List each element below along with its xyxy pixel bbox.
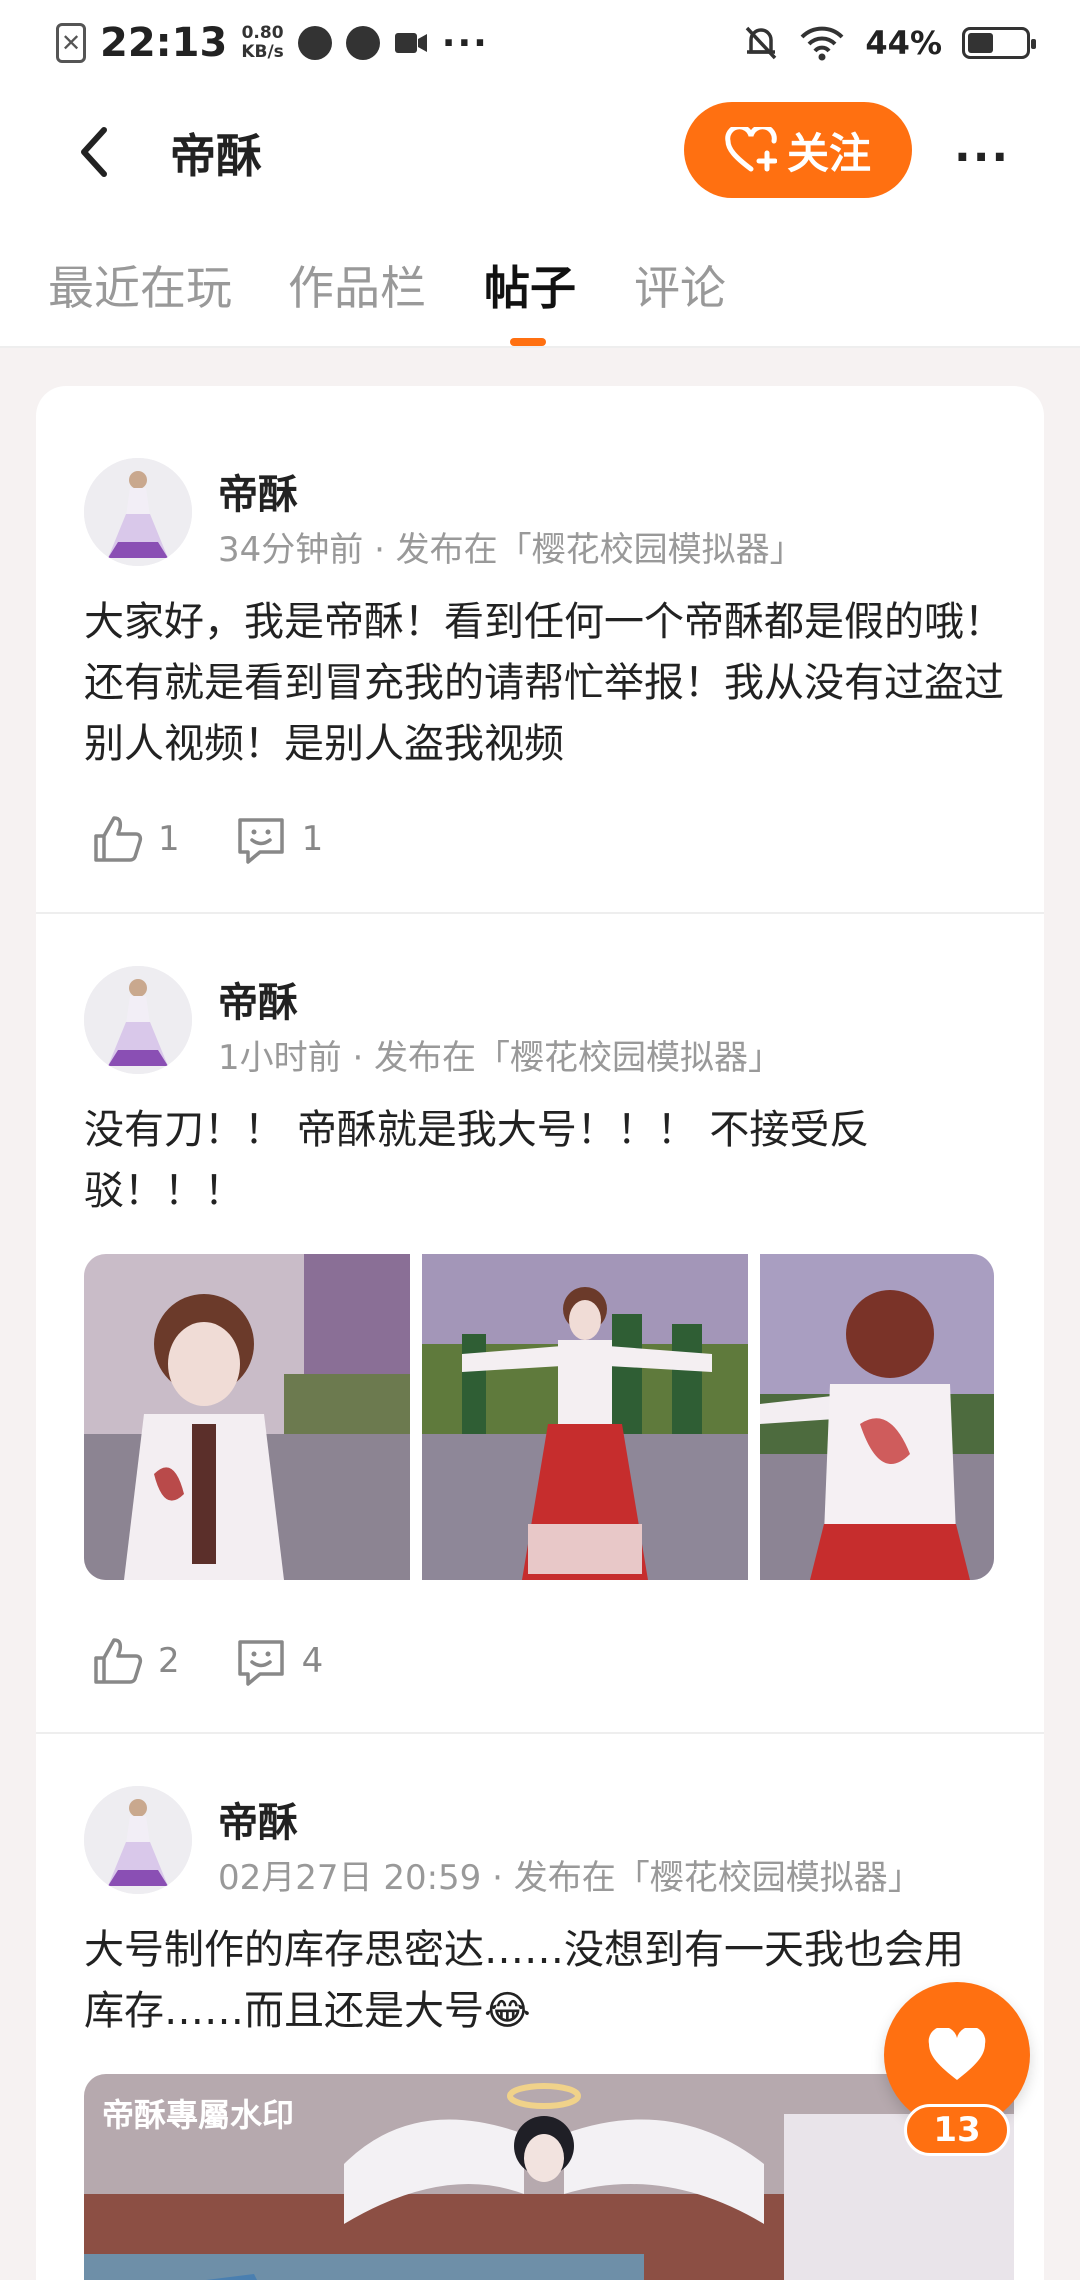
like-button[interactable]: 1: [90, 812, 180, 866]
post-feed[interactable]: 帝酥 34分钟前 · 发布在「樱花校园模拟器」 大家好，我是帝酥！看到任何一个帝…: [36, 386, 1044, 2280]
status-bar: ✕ 22:13 0.80 KB/s ··· 44%: [0, 0, 1080, 86]
thumbs-up-icon: [94, 816, 143, 862]
battery-fill: [968, 33, 993, 53]
profile-header: 帝酥 关注 ···: [0, 86, 1080, 216]
post-meta: 34分钟前 · 发布在「樱花校园模拟器」: [218, 530, 804, 570]
like-count: 1: [158, 819, 180, 859]
compass-app-icon: [345, 26, 380, 60]
heart-icon: [928, 2028, 986, 2080]
wifi-icon: [800, 26, 844, 61]
follow-button[interactable]: 关注: [684, 102, 912, 198]
post-actions: 2 4: [90, 1634, 377, 1688]
post-author[interactable]: 帝酥: [218, 970, 298, 1028]
comment-button[interactable]: 1: [234, 812, 324, 866]
post-content[interactable]: 大家好，我是帝酥！看到任何一个帝酥都是假的哦！还有就是看到冒充我的请帮忙举报！我…: [84, 592, 1014, 775]
post-actions: 1 1: [90, 812, 377, 866]
floating-like-count: 13: [904, 2104, 1010, 2156]
like-button[interactable]: 2: [90, 1634, 180, 1688]
more-notifications-icon: ···: [441, 22, 489, 64]
tab-posts[interactable]: 帖子: [484, 252, 576, 318]
heart-plus-icon: [725, 127, 777, 172]
video-camera-icon: [394, 33, 427, 53]
comment-count: 4: [301, 1641, 324, 1681]
post-image[interactable]: [84, 1254, 410, 1580]
avatar-image: [84, 458, 192, 566]
post-meta: 02月27日 20:59 · 发布在「樱花校园模拟器」: [218, 1858, 922, 1898]
back-arrow-icon[interactable]: [72, 124, 122, 180]
avatar[interactable]: [84, 966, 192, 1074]
post-author[interactable]: 帝酥: [218, 462, 298, 520]
post-item[interactable]: 帝酥 34分钟前 · 发布在「樱花校园模拟器」 大家好，我是帝酥！看到任何一个帝…: [36, 386, 1044, 914]
network-speed-value: 0.80: [241, 23, 284, 43]
mute-bell-icon: [746, 26, 777, 60]
thumbs-up-icon: [94, 1638, 143, 1684]
network-speed: 0.80 KB/s: [241, 24, 283, 62]
post-image[interactable]: [422, 1254, 748, 1580]
page-title: 帝酥: [170, 129, 262, 183]
more-options-icon[interactable]: ···: [954, 132, 1010, 183]
like-count: 2: [158, 1641, 180, 1681]
voice-app-icon: [297, 26, 332, 60]
post-image[interactable]: 帝酥專屬水印: [84, 2074, 1014, 2280]
follow-label: 关注: [786, 128, 871, 178]
post-meta: 1小时前 · 发布在「樱花校园模拟器」: [218, 1038, 783, 1078]
comment-smile-icon: [237, 1640, 284, 1686]
avatar-image: [84, 1786, 192, 1894]
post-item[interactable]: 帝酥 02月27日 20:59 · 发布在「樱花校园模拟器」 大号制作的库存思密…: [36, 1734, 1044, 2280]
tab-recent-play[interactable]: 最近在玩: [48, 252, 232, 318]
tab-works[interactable]: 作品栏: [288, 252, 426, 318]
post-content[interactable]: 没有刀！！ 帝酥就是我大号！！！ 不接受反 驳！！！: [84, 1100, 1014, 1222]
status-time: 22:13: [100, 20, 228, 66]
tab-bar: 最近在玩 作品栏 帖子 评论: [0, 216, 1080, 348]
post-content[interactable]: 大号制作的库存思密达……没想到有一天我也会用库存……而且还是大号😂: [84, 1920, 984, 2042]
tab-comments[interactable]: 评论: [634, 252, 726, 318]
comment-count: 1: [301, 819, 324, 859]
post-content-line: 驳！！！: [84, 1168, 244, 1214]
avatar[interactable]: [84, 1786, 192, 1894]
battery-percent: 44%: [865, 24, 942, 62]
post-author[interactable]: 帝酥: [218, 1790, 298, 1848]
comment-button[interactable]: 4: [234, 1634, 324, 1688]
post-content-line: 没有刀！！ 帝酥就是我大号！！！ 不接受反: [84, 1107, 870, 1153]
post-image-grid: [84, 1254, 994, 1580]
comment-smile-icon: [237, 818, 284, 864]
notification-close-icon: ✕: [56, 23, 86, 63]
avatar-image: [84, 966, 192, 1074]
avatar[interactable]: [84, 458, 192, 566]
network-speed-unit: KB/s: [241, 42, 284, 62]
battery-icon: [962, 27, 1036, 59]
post-image[interactable]: [760, 1254, 994, 1580]
image-watermark: 帝酥專屬水印: [102, 2096, 295, 2134]
post-item[interactable]: 帝酥 1小时前 · 发布在「樱花校园模拟器」 没有刀！！ 帝酥就是我大号！！！ …: [36, 914, 1044, 1734]
tab-active-indicator: [510, 338, 546, 346]
